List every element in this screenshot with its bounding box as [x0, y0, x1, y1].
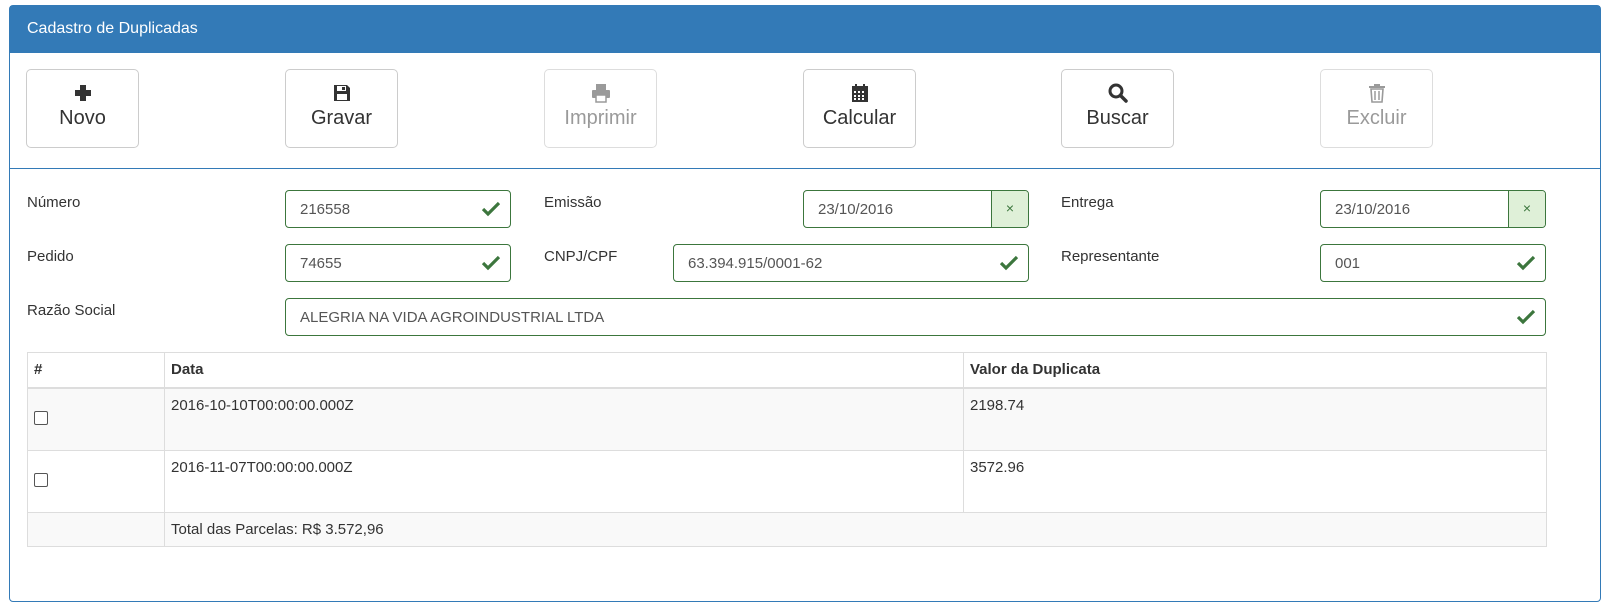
- razao-social-label: Razão Social: [27, 302, 116, 319]
- row-select-cell: [27, 450, 165, 513]
- panel-title: Cadastro de Duplicadas: [10, 6, 1600, 53]
- table-header-row: # Data Valor da Duplicata: [27, 352, 1547, 389]
- check-icon: [482, 255, 500, 271]
- check-icon: [482, 201, 500, 217]
- table-row: 2016-11-07T00:00:00.000Z 3572.96: [27, 450, 1547, 513]
- numero-field[interactable]: 216558: [285, 190, 511, 228]
- emissao-value: 23/10/2016: [818, 201, 894, 218]
- check-icon: [1000, 255, 1018, 271]
- row-valor-cell: 3572.96: [963, 450, 1547, 513]
- gravar-button[interactable]: Gravar: [285, 69, 398, 148]
- check-icon: [1517, 309, 1535, 325]
- calcular-label: Calcular: [822, 107, 897, 129]
- emissao-clear-button[interactable]: ×: [991, 191, 1028, 227]
- gravar-label: Gravar: [310, 107, 373, 129]
- trash-icon: [1368, 84, 1385, 103]
- row-data-cell: 2016-11-07T00:00:00.000Z: [164, 450, 964, 513]
- numero-label: Número: [27, 194, 81, 211]
- representante-label: Representante: [1061, 248, 1160, 265]
- toolbar: Novo Gravar Imprimir Calcular Buscar Exc…: [10, 53, 1600, 169]
- buscar-button[interactable]: Buscar: [1061, 69, 1174, 148]
- column-header-select: #: [27, 352, 165, 389]
- cnpj-value: 63.394.915/0001-62: [688, 255, 823, 272]
- representante-field[interactable]: 001: [1320, 244, 1546, 282]
- column-header-data: Data: [164, 352, 964, 389]
- entrega-value: 23/10/2016: [1335, 201, 1411, 218]
- imprimir-button[interactable]: Imprimir: [544, 69, 657, 148]
- row-select-cell: [27, 387, 165, 451]
- razao-social-value: ALEGRIA NA VIDA AGROINDUSTRIAL LTDA: [300, 309, 605, 326]
- row-valor-cell: 2198.74: [963, 387, 1547, 451]
- entrega-date-field[interactable]: 23/10/2016 ×: [1320, 190, 1546, 228]
- total-parcelas: Total das Parcelas: R$ 3.572,96: [164, 512, 1547, 547]
- entrega-clear-button[interactable]: ×: [1508, 191, 1545, 227]
- plus-icon: [74, 85, 91, 101]
- table-total-row: Total das Parcelas: R$ 3.572,96: [27, 512, 1547, 547]
- razao-social-field[interactable]: ALEGRIA NA VIDA AGROINDUSTRIAL LTDA: [285, 298, 1546, 336]
- check-icon: [1517, 255, 1535, 271]
- pedido-field[interactable]: 74655: [285, 244, 511, 282]
- representante-value: 001: [1335, 255, 1361, 272]
- excluir-label: Excluir: [1346, 107, 1407, 129]
- table-row: 2016-10-10T00:00:00.000Z 2198.74: [27, 387, 1547, 451]
- calcular-button[interactable]: Calcular: [803, 69, 916, 148]
- row-checkbox[interactable]: [34, 410, 48, 425]
- numero-value: 216558: [300, 201, 351, 218]
- emissao-label: Emissão: [544, 194, 602, 211]
- novo-label: Novo: [59, 107, 106, 129]
- novo-button[interactable]: Novo: [26, 69, 139, 148]
- print-icon: [591, 84, 610, 103]
- calendar-icon: [851, 84, 868, 102]
- emissao-date-field[interactable]: 23/10/2016 ×: [803, 190, 1029, 228]
- duplicadas-panel: Cadastro de Duplicadas Novo Gravar Impri…: [9, 5, 1601, 602]
- column-header-valor: Valor da Duplicata: [963, 352, 1547, 389]
- row-data-cell: 2016-10-10T00:00:00.000Z: [164, 387, 964, 451]
- save-icon: [333, 85, 350, 101]
- total-empty-cell: [27, 512, 165, 547]
- row-checkbox[interactable]: [34, 473, 48, 487]
- pedido-label: Pedido: [27, 248, 74, 265]
- cnpj-field[interactable]: 63.394.915/0001-62: [673, 244, 1029, 282]
- imprimir-label: Imprimir: [564, 107, 637, 129]
- entrega-label: Entrega: [1061, 194, 1114, 211]
- buscar-label: Buscar: [1086, 107, 1149, 129]
- cnpj-label: CNPJ/CPF: [544, 248, 618, 265]
- search-icon: [1108, 83, 1128, 103]
- excluir-button[interactable]: Excluir: [1320, 69, 1433, 148]
- duplicatas-table: # Data Valor da Duplicata 2016-10-10T00:…: [27, 352, 1547, 547]
- pedido-value: 74655: [300, 255, 342, 272]
